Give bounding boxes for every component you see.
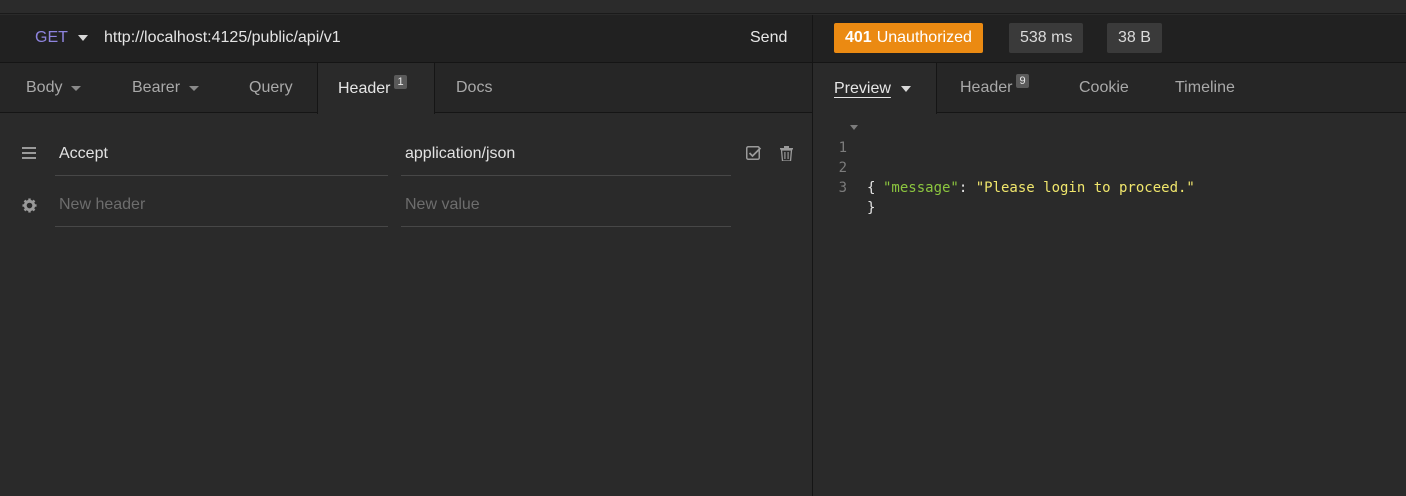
response-pane: 401 Unauthorized 538 ms 38 B Preview Hea…: [813, 15, 1406, 496]
tab-label: Header: [338, 79, 391, 97]
response-status-bar: 401 Unauthorized 538 ms 38 B: [813, 15, 1406, 63]
header-count-badge: 1: [394, 74, 407, 89]
tab-label: Header: [960, 79, 1013, 96]
response-size-badge: 38 B: [1107, 23, 1162, 53]
chevron-down-icon: [900, 85, 911, 92]
checkbox-checked-icon[interactable]: [746, 146, 762, 165]
url-input[interactable]: http://localhost:4125/public/api/v1: [104, 29, 704, 47]
json-separator: :: [958, 180, 976, 196]
request-pane: GET http://localhost:4125/public/api/v1 …: [0, 15, 812, 496]
code-text: "message": "Please login to proceed.": [883, 178, 1195, 198]
tab-label: Bearer: [132, 79, 181, 96]
tab-label: Timeline: [1175, 79, 1235, 96]
request-tabs: Body Bearer Query Header 1 Docs: [0, 63, 812, 114]
tab-docs[interactable]: Docs: [456, 63, 492, 113]
method-label: GET: [35, 29, 68, 46]
header-count-badge: 9: [1016, 74, 1029, 88]
tab-label: Preview: [834, 79, 891, 97]
response-time-badge: 538 ms: [1009, 23, 1084, 53]
tab-label: Body: [26, 79, 63, 96]
code-line: 1 {: [813, 118, 1406, 196]
tab-label: Cookie: [1079, 79, 1129, 96]
tab-preview[interactable]: Preview: [813, 63, 937, 114]
send-button[interactable]: Send: [750, 29, 787, 47]
tab-bearer[interactable]: Bearer: [132, 63, 200, 113]
header-name-field[interactable]: Accept: [55, 132, 388, 176]
fold-arrow-icon[interactable]: [850, 125, 858, 130]
tab-body[interactable]: Body: [26, 63, 82, 113]
code-line: 3 }: [813, 158, 1406, 216]
trash-icon[interactable]: [780, 146, 793, 166]
status-code: 401: [845, 29, 872, 46]
json-string-value: "Please login to proceed.": [975, 180, 1195, 196]
tab-timeline[interactable]: Timeline: [1175, 63, 1235, 113]
tab-label: Docs: [456, 79, 493, 96]
method-dropdown[interactable]: GET: [35, 29, 88, 47]
code-text: }: [867, 200, 876, 216]
code-text: {: [867, 180, 876, 196]
status-badge: 401 Unauthorized: [834, 23, 983, 53]
json-key: "message": [883, 180, 959, 196]
response-tabs: Preview Header 9 Cookie Timeline: [813, 63, 1406, 114]
line-number: 3: [838, 180, 847, 196]
tab-query[interactable]: Query: [249, 63, 293, 113]
tab-response-header[interactable]: Header 9: [960, 63, 1029, 113]
new-value-input[interactable]: New value: [401, 183, 731, 227]
new-header-row: New header New value: [0, 183, 812, 227]
status-text: Unauthorized: [876, 29, 972, 46]
tab-label: Query: [249, 79, 293, 96]
tab-cookie[interactable]: Cookie: [1079, 63, 1129, 113]
header-value-field[interactable]: application/json: [401, 132, 731, 176]
new-header-input[interactable]: New header: [55, 183, 388, 227]
chevron-down-icon: [71, 85, 82, 91]
drag-handle-icon[interactable]: [22, 146, 36, 164]
window-top-strip: [0, 0, 1406, 14]
url-bar: GET http://localhost:4125/public/api/v1 …: [0, 15, 812, 63]
header-row: Accept application/json: [0, 132, 812, 176]
tab-header[interactable]: Header 1: [317, 63, 435, 114]
gear-icon[interactable]: [22, 198, 37, 218]
code-line: 2 "message": "Please login to proceed.": [813, 138, 1406, 196]
chevron-down-icon: [189, 85, 200, 91]
chevron-down-icon: [77, 35, 88, 41]
